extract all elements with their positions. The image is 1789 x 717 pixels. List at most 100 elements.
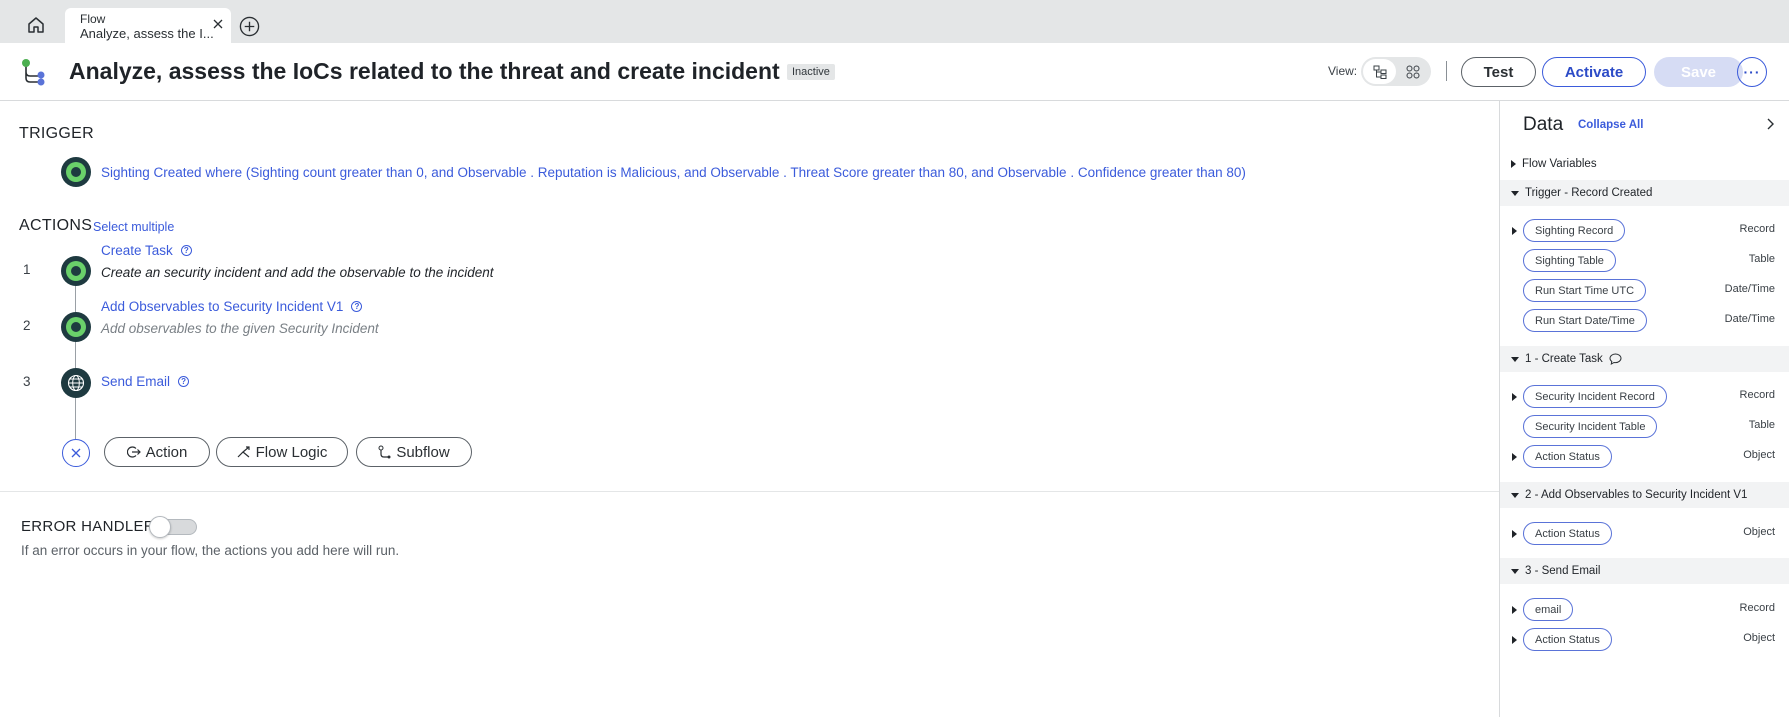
grid-view-icon (1406, 65, 1419, 78)
step-1-description: Create an security incident and add the … (101, 265, 494, 280)
data-type: Table (1748, 419, 1775, 431)
caret-right-icon (1511, 160, 1516, 168)
group-add-observables[interactable]: 2 - Add Observables to Security Incident… (1500, 482, 1789, 508)
data-pill[interactable]: email (1523, 598, 1574, 621)
view-toggle (1361, 57, 1431, 86)
data-type: Date/Time (1724, 283, 1775, 295)
action-icon (126, 446, 141, 458)
data-row: Action Status Object (1500, 522, 1789, 546)
data-row: Security Incident Table Table (1500, 415, 1789, 439)
data-pill[interactable]: Action Status (1523, 445, 1612, 468)
group-trigger[interactable]: Trigger - Record Created (1500, 180, 1789, 206)
data-type: Object (1743, 449, 1775, 461)
data-panel-title: Data (1523, 114, 1564, 135)
comment-icon[interactable] (1609, 353, 1622, 365)
data-type: Record (1739, 389, 1775, 401)
data-type: Table (1748, 253, 1775, 265)
step-1-title-text[interactable]: Create Task (101, 243, 173, 258)
tree-view-icon (1373, 65, 1386, 79)
caret-down-icon (1511, 190, 1519, 196)
save-button[interactable]: Save (1654, 57, 1743, 87)
flow-icon (22, 59, 45, 86)
step-2-title[interactable]: Add Observables to Security Incident V1 … (101, 299, 363, 314)
step-1-title[interactable]: Create Task ? (101, 243, 192, 258)
step-2-title-text[interactable]: Add Observables to Security Incident V1 (101, 299, 343, 314)
group-create-task[interactable]: 1 - Create Task (1500, 346, 1789, 372)
caret-right-icon[interactable] (1512, 636, 1517, 644)
plus-circle-icon (239, 16, 259, 36)
data-pill[interactable]: Security Incident Record (1523, 385, 1667, 408)
close-icon (213, 19, 223, 29)
page-title: Analyze, assess the IoCs related to the … (69, 58, 780, 84)
data-pill[interactable]: Action Status (1523, 522, 1612, 545)
step-number-3: 3 (23, 374, 31, 389)
caret-down-icon (1511, 356, 1519, 362)
add-tab-button[interactable] (238, 15, 260, 37)
add-subflow-button[interactable]: Subflow (356, 437, 472, 467)
caret-right-icon[interactable] (1512, 227, 1517, 235)
trigger-node-icon (61, 157, 91, 187)
data-row: Run Start Time UTC Date/Time (1500, 279, 1789, 303)
view-tree-button[interactable] (1363, 59, 1396, 84)
data-pill[interactable]: Sighting Record (1523, 219, 1626, 242)
home-button[interactable] (22, 12, 50, 38)
section-divider (0, 491, 1499, 492)
flow-canvas: TRIGGER Sighting Created where (Sighting… (0, 101, 1499, 717)
more-options-button[interactable]: ··· (1737, 57, 1767, 87)
group-label: 2 - Add Observables to Security Incident… (1525, 489, 1748, 501)
select-multiple-link[interactable]: Select multiple (93, 220, 174, 234)
data-pill[interactable]: Run Start Time UTC (1523, 279, 1647, 302)
chevron-right-icon[interactable] (1763, 117, 1777, 131)
header-divider (1446, 61, 1447, 81)
step-2-description: Add observables to the given Security In… (101, 321, 379, 336)
data-row: Sighting Record Record (1500, 219, 1789, 243)
caret-right-icon[interactable] (1512, 393, 1517, 401)
view-grid-button[interactable] (1396, 59, 1429, 84)
data-pill[interactable]: Security Incident Table (1523, 415, 1658, 438)
subflow-icon (378, 445, 391, 459)
tab-flow[interactable]: Flow Analyze, assess the I... (65, 8, 231, 43)
group-flow-variables[interactable]: Flow Variables (1500, 151, 1789, 177)
step-2-node-icon (61, 312, 91, 342)
caret-right-icon[interactable] (1512, 530, 1517, 538)
actions-heading: ACTIONS (19, 217, 93, 234)
data-type: Record (1739, 223, 1775, 235)
add-subflow-label: Subflow (396, 443, 450, 461)
tab-strip: Flow Analyze, assess the I... (0, 0, 1789, 43)
tab-close-button[interactable] (211, 17, 225, 31)
view-label: View: (1328, 64, 1358, 78)
caret-right-icon[interactable] (1512, 453, 1517, 461)
help-icon[interactable]: ? (351, 301, 363, 312)
data-type: Object (1743, 632, 1775, 644)
flow-header: Analyze, assess the IoCs related to the … (0, 43, 1789, 101)
help-icon[interactable]: ? (180, 245, 192, 256)
group-label: Trigger - Record Created (1525, 187, 1653, 199)
activate-button[interactable]: Activate (1542, 57, 1646, 87)
error-handler-toggle[interactable] (149, 516, 197, 538)
tab-kind: Flow (80, 12, 106, 26)
tab-title: Analyze, assess the I... (80, 26, 214, 41)
trigger-condition-link[interactable]: Sighting Created where (Sighting count g… (101, 165, 1246, 180)
help-icon[interactable]: ? (178, 376, 190, 387)
step-3-node-icon (61, 368, 91, 398)
data-row: email Record (1500, 598, 1789, 622)
test-button[interactable]: Test (1461, 57, 1536, 87)
data-type: Date/Time (1724, 313, 1775, 325)
add-flow-logic-label: Flow Logic (255, 443, 328, 461)
add-action-button[interactable]: Action (104, 437, 210, 467)
home-icon (28, 17, 44, 33)
step-3-title[interactable]: Send Email ? (101, 374, 190, 389)
data-pill[interactable]: Run Start Date/Time (1523, 309, 1647, 332)
add-flow-logic-button[interactable]: Flow Logic (216, 437, 348, 467)
collapse-all-link[interactable]: Collapse All (1578, 119, 1643, 131)
step-3-title-text[interactable]: Send Email (101, 374, 170, 389)
globe-icon (67, 374, 85, 392)
close-add-menu-button[interactable] (62, 439, 90, 467)
group-label: 3 - Send Email (1525, 565, 1601, 577)
group-send-email[interactable]: 3 - Send Email (1500, 558, 1789, 584)
caret-right-icon[interactable] (1512, 606, 1517, 614)
data-pill[interactable]: Sighting Table (1523, 249, 1616, 272)
caret-down-icon (1511, 568, 1519, 574)
data-type: Object (1743, 526, 1775, 538)
data-pill[interactable]: Action Status (1523, 628, 1612, 651)
